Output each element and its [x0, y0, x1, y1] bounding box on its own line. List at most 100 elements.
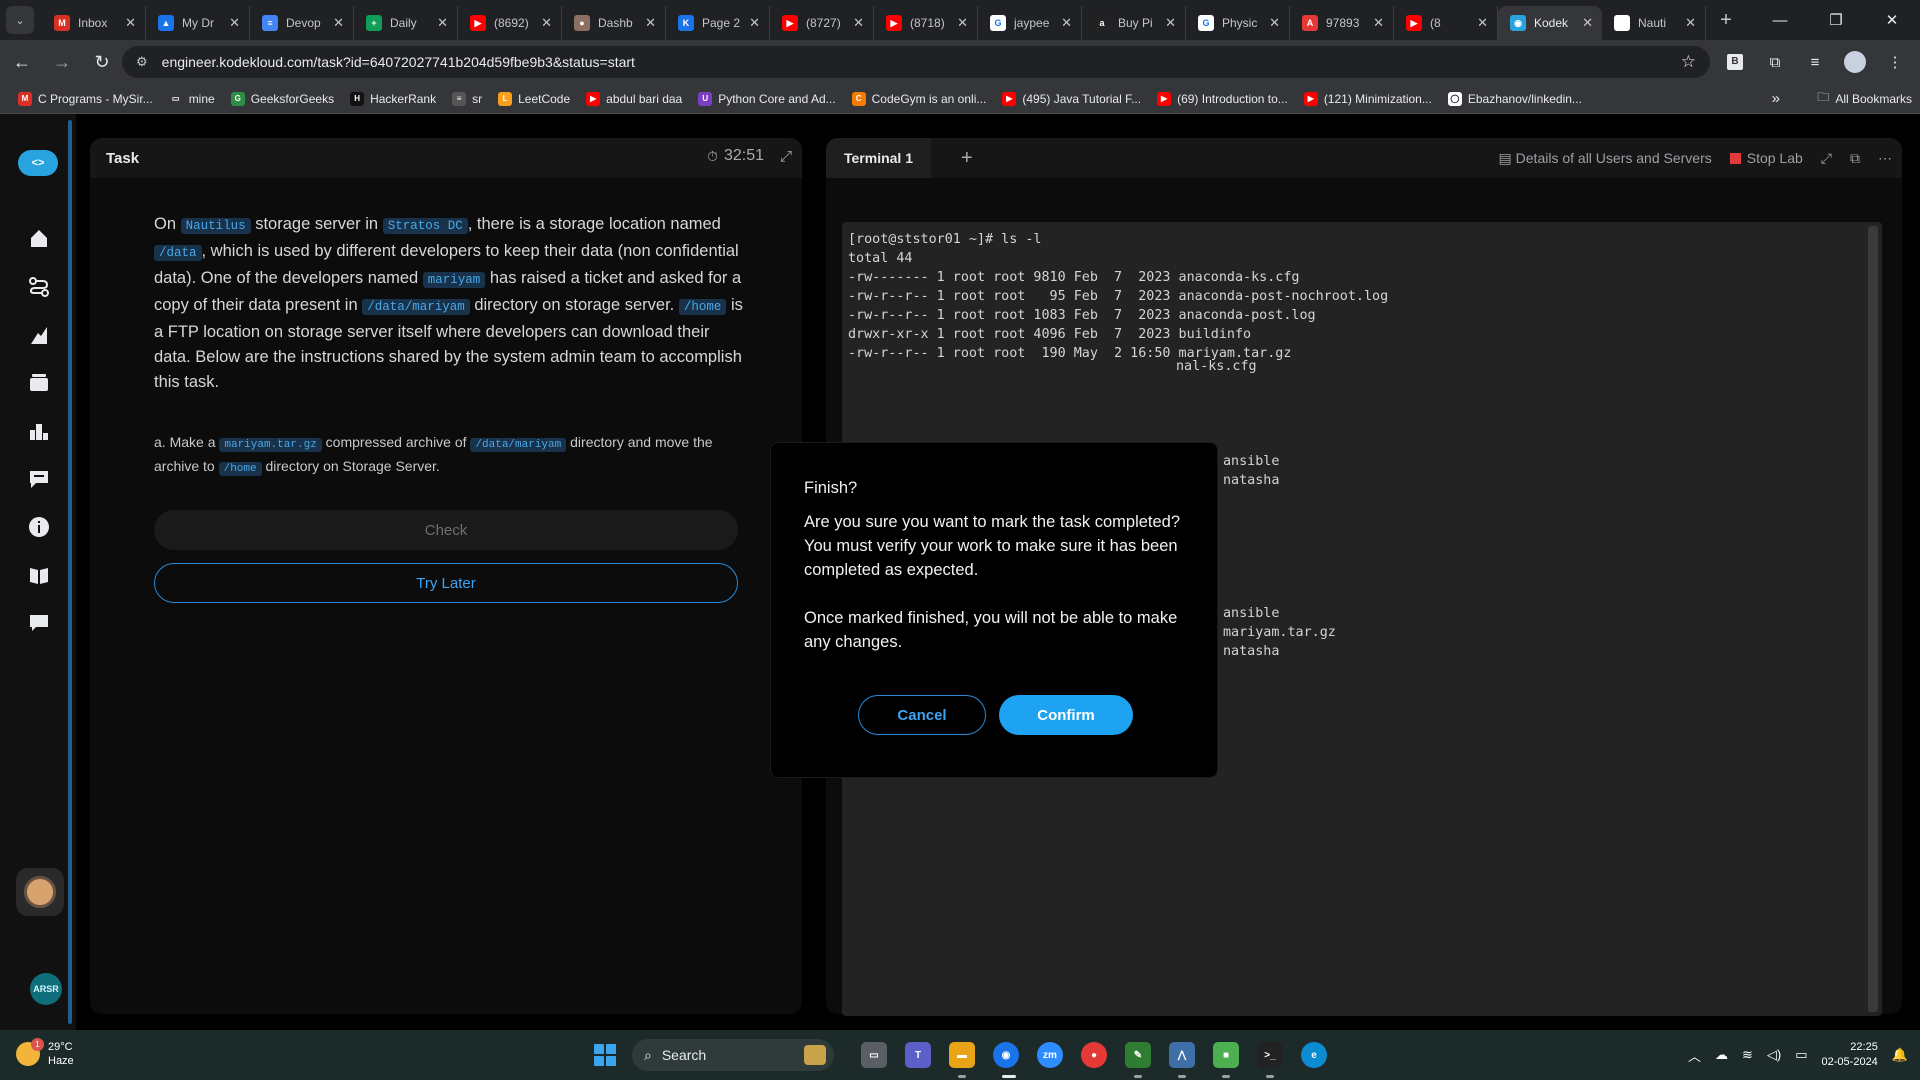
bookmark-item[interactable]: ▶ (121) Minimization... [1296, 87, 1440, 111]
tab-close-icon[interactable]: ✕ [1165, 15, 1176, 31]
edge-icon[interactable]: e [1301, 1042, 1327, 1068]
browser-tab[interactable]: ▶ (8718) ✕ [874, 6, 978, 40]
reload-button[interactable]: ↻ [84, 44, 120, 80]
browser-tab[interactable]: M Inbox ✕ [42, 6, 146, 40]
feedback-icon[interactable] [26, 466, 52, 492]
tab-close-icon[interactable]: ✕ [437, 15, 448, 31]
tab-close-icon[interactable]: ✕ [541, 15, 552, 31]
bookmark-item[interactable]: C CodeGym is an onli... [844, 87, 995, 111]
browser-tab[interactable]: Nauti ✕ [1602, 6, 1706, 40]
tab-close-icon[interactable]: ✕ [1685, 15, 1696, 31]
courses-icon[interactable] [26, 370, 52, 396]
tab-close-icon[interactable]: ✕ [1477, 15, 1488, 31]
chrome-icon[interactable]: ◉ [993, 1042, 1019, 1068]
task-view-icon[interactable]: ▭ [861, 1042, 887, 1068]
chat-icon[interactable] [26, 610, 52, 636]
tab-close-icon[interactable]: ✕ [957, 15, 968, 31]
recorder-icon[interactable]: ● [1081, 1042, 1107, 1068]
bookmarks-overflow-button[interactable]: » [1772, 90, 1780, 107]
bookmark-item[interactable]: ▶ (69) Introduction to... [1149, 87, 1296, 111]
forward-button[interactable]: → [44, 44, 80, 80]
address-bar[interactable]: ⚙ engineer.kodekloud.com/task?id=6407202… [122, 46, 1710, 78]
bookmark-item[interactable]: L LeetCode [490, 87, 578, 111]
tab-close-icon[interactable]: ✕ [333, 15, 344, 31]
browser-tab[interactable]: + Daily ✕ [354, 6, 458, 40]
browser-tab[interactable]: ▶ (8 ✕ [1394, 6, 1498, 40]
notepad-icon[interactable]: ✎ [1125, 1042, 1151, 1068]
close-window-button[interactable]: ✕ [1864, 0, 1920, 40]
taskbar-clock[interactable]: 22:25 02-05-2024 [1822, 1040, 1878, 1070]
terminal-scrollbar[interactable] [1868, 226, 1878, 1012]
tab-close-icon[interactable]: ✕ [645, 15, 656, 31]
tab-close-icon[interactable]: ✕ [749, 15, 760, 31]
weather-widget[interactable]: 1 29°C Haze [16, 1038, 74, 1068]
zoom-icon[interactable]: zm [1037, 1042, 1063, 1068]
tab-close-icon[interactable]: ✕ [1061, 15, 1072, 31]
back-button[interactable]: ← [4, 44, 40, 80]
tab-close-icon[interactable]: ✕ [229, 15, 240, 31]
teams-icon[interactable]: T [905, 1042, 931, 1068]
tab-close-icon[interactable]: ✕ [853, 15, 864, 31]
browser-tab[interactable]: G Physic ✕ [1186, 6, 1290, 40]
add-terminal-button[interactable]: + [961, 147, 973, 170]
tab-search-button[interactable]: ⌄ [6, 6, 34, 34]
home-icon[interactable] [26, 225, 52, 251]
details-button[interactable]: ▤ Details of all Users and Servers [1499, 150, 1712, 167]
skills-icon[interactable] [26, 322, 52, 348]
notification-bell-icon[interactable]: 🔔 [1892, 1047, 1908, 1063]
extensions-icon[interactable]: ⧉ [1758, 45, 1792, 79]
new-tab-button[interactable]: + [1712, 6, 1740, 34]
bookmark-item[interactable]: H HackerRank [342, 87, 444, 111]
info-icon[interactable] [26, 514, 52, 540]
profile-avatar[interactable] [1838, 45, 1872, 79]
minimize-button[interactable]: — [1752, 0, 1808, 40]
bookmark-star-icon[interactable]: ☆ [1681, 52, 1696, 72]
battery-icon[interactable]: ▭ [1795, 1047, 1807, 1063]
media-controls-icon[interactable]: ≡ [1798, 45, 1832, 79]
browser-tab[interactable]: ▶ (8692) ✕ [458, 6, 562, 40]
menu-kebab-icon[interactable]: ⋮ [1878, 45, 1912, 79]
tab-close-icon[interactable]: ✕ [125, 15, 136, 31]
open-external-icon[interactable]: ⧉ [1850, 150, 1860, 167]
kodekloud-logo[interactable]: <> [18, 150, 58, 176]
bookmark-item[interactable]: M C Programs - MySir... [10, 87, 161, 111]
stop-lab-button[interactable]: Stop Lab [1729, 150, 1803, 166]
bookmark-item[interactable]: ≡ sr [444, 87, 490, 111]
browser-tab[interactable]: A 97893 ✕ [1290, 6, 1394, 40]
leaderboard-icon[interactable] [26, 418, 52, 444]
bookmark-item[interactable]: G GeeksforGeeks [223, 87, 342, 111]
browser-tab[interactable]: ≡ Devop ✕ [250, 6, 354, 40]
browser-tab[interactable]: Gjaypee ✕ [978, 6, 1082, 40]
bookmark-item[interactable]: ▶ abdul bari daa [578, 87, 690, 111]
mascot-avatar[interactable] [24, 876, 56, 908]
pycharm-icon[interactable]: ■ [1213, 1042, 1239, 1068]
try-later-button[interactable]: Try Later [154, 563, 738, 603]
user-avatar[interactable]: ARSR [30, 973, 62, 1005]
tab-close-icon[interactable]: ✕ [1269, 15, 1280, 31]
bookmark-item[interactable]: ◯ Ebazhanov/linkedin... [1440, 87, 1590, 111]
cancel-button[interactable]: Cancel [858, 695, 986, 735]
expand-terminal-icon[interactable]: ⤢ [1821, 150, 1832, 167]
browser-tab[interactable]: ◉ Kodek ✕ [1498, 6, 1602, 40]
tab-close-icon[interactable]: ✕ [1582, 15, 1593, 31]
browser-tab[interactable]: a Buy Pi ✕ [1082, 6, 1186, 40]
tab-terminal-1[interactable]: Terminal 1 [826, 138, 931, 178]
routes-icon[interactable] [26, 274, 52, 300]
taskbar-search[interactable]: ⌕ Search [632, 1039, 834, 1071]
tab-close-icon[interactable]: ✕ [1373, 15, 1384, 31]
bookmark-item[interactable]: ▭ mine [161, 87, 223, 111]
expand-task-icon[interactable]: ⤢ [780, 148, 792, 165]
browser-tab[interactable]: ▶ (8727) ✕ [770, 6, 874, 40]
wifi-icon[interactable]: ≋ [1742, 1047, 1753, 1063]
tray-chevron-icon[interactable]: ︿ [1688, 1046, 1701, 1065]
file-explorer-icon[interactable]: ▬ [949, 1042, 975, 1068]
site-info-icon[interactable]: ⚙ [136, 54, 148, 70]
extension-b-icon[interactable]: B [1718, 45, 1752, 79]
chart-app-icon[interactable]: ⋀ [1169, 1042, 1195, 1068]
docs-icon[interactable] [26, 562, 52, 588]
onedrive-icon[interactable]: ☁ [1715, 1047, 1728, 1063]
browser-tab[interactable]: ● Dashb ✕ [562, 6, 666, 40]
restore-button[interactable]: ❐ [1808, 0, 1864, 40]
bookmark-item[interactable]: ▶ (495) Java Tutorial F... [994, 87, 1149, 111]
browser-tab[interactable]: ▲ My Dr ✕ [146, 6, 250, 40]
